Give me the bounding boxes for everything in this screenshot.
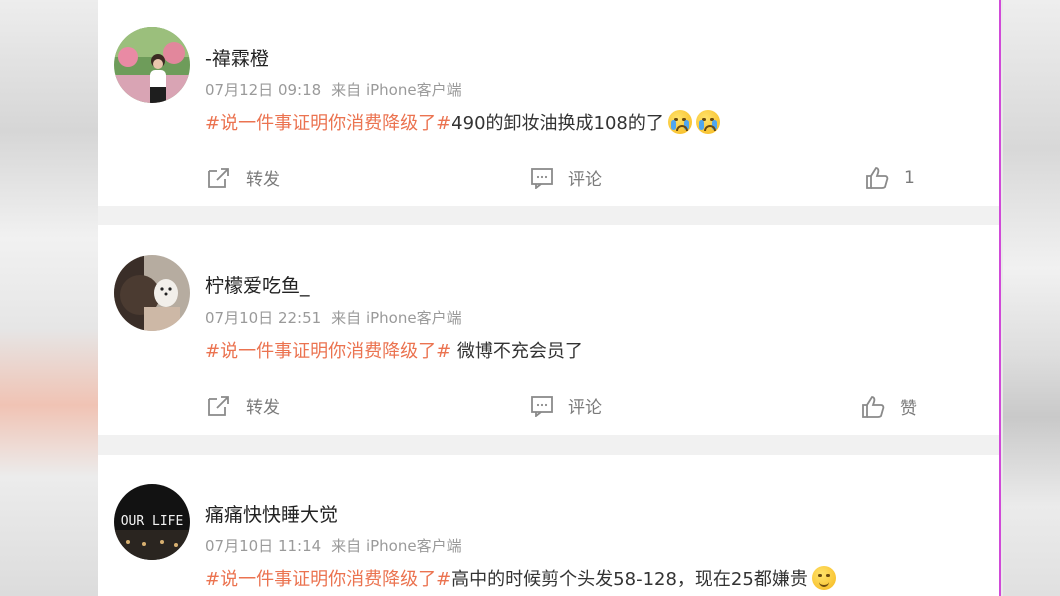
post-date: 07月12日 09:18 [205,81,322,99]
post-source: 来自 iPhone客户端 [331,309,462,327]
comment-icon [531,395,553,417]
left-backdrop [0,0,98,596]
post-date: 07月10日 22:51 [205,309,322,327]
post-date: 07月10日 11:14 [205,537,322,555]
comment-label: 评论 [568,398,602,418]
post-text: #说一件事证明你消费降级了#490的卸妆油换成108的了 [205,109,720,135]
user-avatar[interactable] [114,27,190,103]
comment-label: 评论 [568,170,602,190]
weibo-comment-feed[interactable]: -禕霖橙 07月12日 09:18 来自 iPhone客户端 #说一件事证明你消费… [98,0,999,596]
comment-button[interactable]: 评论 [530,393,602,418]
like-count: 1 [904,168,915,188]
post-meta: 07月12日 09:18 来自 iPhone客户端 [205,79,462,100]
post-meta: 07月10日 11:14 来自 iPhone客户端 [205,535,462,556]
topic-link[interactable]: #说一件事证明你消费降级了# [205,341,451,362]
comment-icon [531,167,553,189]
comment-button[interactable]: 评论 [530,165,602,190]
post-text: #说一件事证明你消费降级了# 微博不充会员了 [205,337,583,363]
post-content: 高中的时候剪个头发58-128，现在25都嫌贵 [451,569,808,590]
repost-label: 转发 [246,398,280,418]
post-source: 来自 iPhone客户端 [331,81,462,99]
thumbs-up-icon [862,395,885,418]
thinking-face-icon [811,566,836,590]
repost-button[interactable]: 转发 [206,165,280,190]
post-text: #说一件事证明你消费降级了#高中的时候剪个头发58-128，现在25都嫌贵 [205,565,836,591]
username[interactable]: 痛痛快快睡大觉 [205,500,338,527]
accent-divider [999,0,1001,596]
post-content: 490的卸妆油换成108的了 [451,113,664,134]
right-backdrop [1003,0,1060,596]
post-source: 来自 iPhone客户端 [331,537,462,555]
username[interactable]: 柠檬爱吃鱼_ [205,271,310,298]
like-label: 赞 [900,399,917,419]
topic-link[interactable]: #说一件事证明你消费降级了# [205,113,451,134]
post-content: 微博不充会员了 [451,341,583,362]
post-meta: 07月10日 22:51 来自 iPhone客户端 [205,307,462,328]
share-icon [208,395,229,416]
crying-face-icon [667,110,692,134]
repost-button[interactable]: 转发 [206,393,280,418]
post-card: -禕霖橙 07月12日 09:18 来自 iPhone客户端 #说一件事证明你消费… [98,0,999,206]
crying-face-icon [695,110,720,134]
post-card: 柠檬爱吃鱼_ 07月10日 22:51 来自 iPhone客户端 #说一件事证明你… [98,225,999,435]
thumbs-up-icon [866,167,889,189]
post-card: OUR LIFE 痛痛快快睡大觉 07月10日 11:14 来自 iPhone客户… [98,455,999,596]
like-button[interactable]: 1 [864,166,915,190]
username[interactable]: -禕霖橙 [205,44,269,71]
user-avatar[interactable]: OUR LIFE [114,484,190,560]
user-avatar[interactable] [114,255,190,331]
avatar-text: OUR LIFE [121,514,184,529]
like-button[interactable]: 赞 [860,394,917,419]
repost-label: 转发 [246,170,280,190]
topic-link[interactable]: #说一件事证明你消费降级了# [205,569,451,590]
share-icon [208,167,229,188]
